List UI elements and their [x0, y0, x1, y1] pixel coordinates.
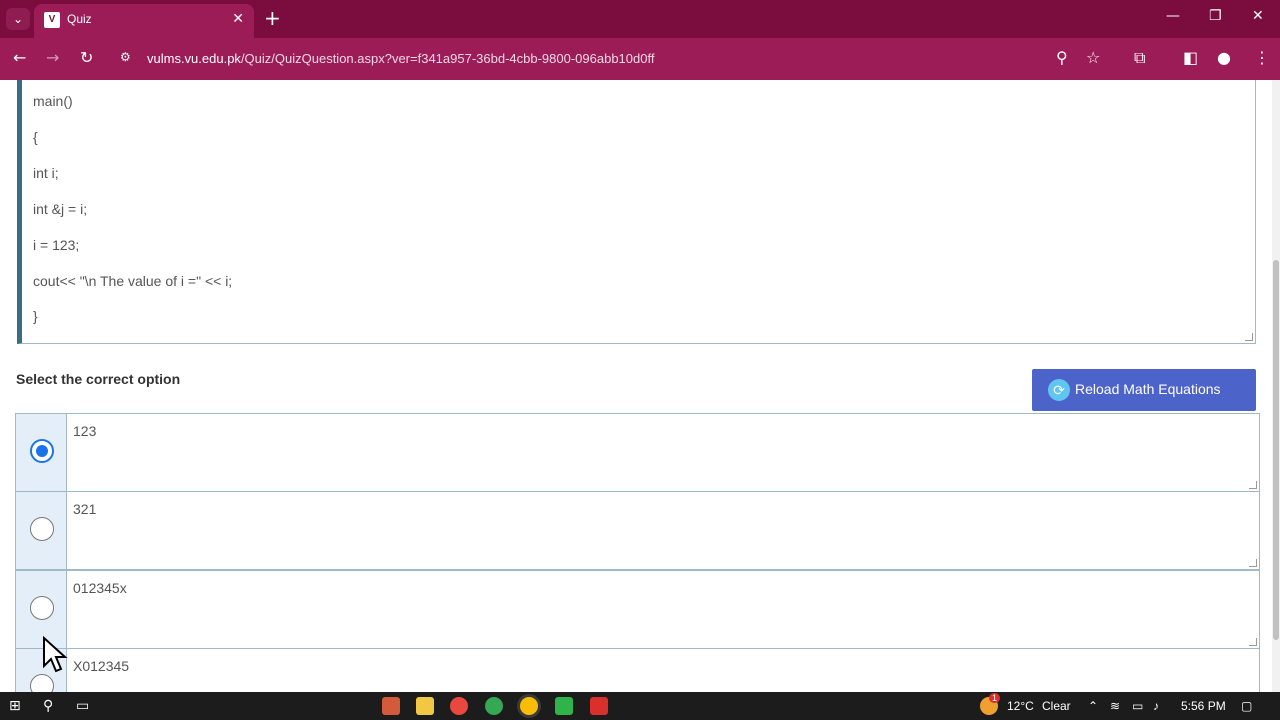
volume-icon[interactable]: ♪: [1153, 699, 1159, 713]
battery-icon[interactable]: ▭: [1132, 699, 1143, 713]
zoom-magnifier-icon[interactable]: ⚲: [1056, 48, 1068, 67]
option-text[interactable]: 012345x: [73, 580, 127, 596]
notification-badge: 1: [989, 693, 1001, 703]
restore-icon[interactable]: ❐: [1209, 8, 1222, 24]
code-line: main(): [33, 93, 73, 109]
extensions-puzzle-icon[interactable]: ⧉: [1134, 48, 1145, 68]
mouse-cursor-icon: [43, 636, 68, 673]
bookmark-star-icon[interactable]: ☆: [1086, 48, 1100, 67]
quiz-page: main() { int i; int &j = i; i = 123; cou…: [0, 80, 1280, 692]
search-icon[interactable]: ⚲: [43, 698, 53, 714]
forward-arrow-icon[interactable]: →: [46, 48, 59, 67]
page-scrollbar[interactable]: [1272, 80, 1280, 692]
recorder-app-icon[interactable]: [590, 697, 608, 715]
option-text[interactable]: X012345: [73, 658, 129, 674]
option-radio-cell: [16, 414, 67, 491]
wifi-icon[interactable]: ≋: [1110, 699, 1120, 713]
option-row: 123: [15, 413, 1260, 492]
file-explorer-icon[interactable]: [416, 697, 434, 715]
option-radio[interactable]: [30, 674, 54, 692]
option-radio[interactable]: [30, 439, 54, 463]
code-line: i = 123;: [33, 237, 80, 253]
question-code-textarea[interactable]: main() { int i; int &j = i; i = 123; cou…: [17, 80, 1256, 344]
tab-quiz[interactable]: V Quiz ✕: [34, 4, 254, 38]
option-text[interactable]: 321: [73, 501, 96, 517]
profile-icon[interactable]: ●: [1217, 48, 1231, 67]
reload-button-label: Reload Math Equations: [1075, 381, 1221, 397]
tab-favicon: V: [44, 12, 60, 28]
resize-grip[interactable]: [1245, 333, 1253, 341]
resize-grip[interactable]: [1249, 638, 1257, 646]
option-row: 321: [15, 491, 1260, 570]
chrome-active-icon[interactable]: [520, 697, 538, 715]
windows-start-icon[interactable]: ⊞: [9, 698, 21, 714]
weather-text[interactable]: Clear: [1042, 699, 1071, 713]
task-view-icon[interactable]: ▭: [76, 698, 89, 714]
select-option-label: Select the correct option: [16, 371, 181, 387]
windows-taskbar: ⊞ ⚲ ▭ 1 12°C Clear ⌃ ≋ ▭ ♪ 5:56 PM ▢: [0, 692, 1280, 720]
tab-title: Quiz: [67, 12, 92, 26]
clock-time[interactable]: 5:56 PM: [1181, 699, 1226, 713]
camtasia-icon[interactable]: [555, 697, 573, 715]
code-line: int &j = i;: [33, 201, 88, 217]
temperature-text[interactable]: 12°C: [1007, 699, 1034, 713]
option-row: X012345: [15, 648, 1260, 692]
option-text[interactable]: 123: [73, 423, 96, 439]
code-line: cout<< "\n The value of i =" << i;: [33, 273, 233, 289]
resize-grip[interactable]: [1249, 559, 1257, 567]
option-radio-cell: [16, 492, 67, 569]
tray-chevron-icon[interactable]: ⌃: [1088, 699, 1098, 713]
scrollbar-thumb[interactable]: [1273, 260, 1279, 640]
url-path: /Quiz/QuizQuestion.aspx?ver=f341a957-36b…: [240, 51, 655, 66]
code-line: {: [33, 129, 38, 145]
option-row: 012345x: [15, 570, 1260, 649]
minimize-icon[interactable]: —: [1166, 8, 1180, 24]
reload-page-icon[interactable]: ↻: [80, 48, 93, 67]
url-host: vulms.vu.edu.pk: [147, 51, 241, 66]
taskbar-app-icon[interactable]: [382, 697, 400, 715]
chrome-icon[interactable]: [450, 697, 468, 715]
refresh-icon: ⟳: [1048, 379, 1070, 401]
close-window-icon[interactable]: ✕: [1252, 8, 1264, 24]
browser-toolbar: ← → ↻ ⚙ vulms.vu.edu.pk/Quiz/QuizQuestio…: [0, 38, 1280, 80]
tab-search-chevron-icon[interactable]: ⌄: [6, 8, 30, 30]
address-bar[interactable]: vulms.vu.edu.pk/Quiz/QuizQuestion.aspx?v…: [147, 51, 654, 66]
option-radio[interactable]: [30, 517, 54, 541]
menu-kebab-icon[interactable]: ⋮: [1254, 48, 1270, 67]
tab-close-icon[interactable]: ✕: [232, 11, 244, 27]
reload-math-equations-button[interactable]: ⟳ Reload Math Equations: [1032, 369, 1256, 411]
notifications-icon[interactable]: ▢: [1241, 699, 1252, 713]
option-radio[interactable]: [30, 596, 54, 620]
new-tab-plus-icon[interactable]: +: [264, 7, 281, 29]
code-line: int i;: [33, 165, 59, 181]
site-info-icon[interactable]: ⚙: [120, 50, 131, 64]
code-line: }: [33, 308, 38, 324]
resize-grip[interactable]: [1249, 481, 1257, 489]
tab-strip: ⌄ V Quiz ✕ + — ❐ ✕: [0, 0, 1280, 38]
back-arrow-icon[interactable]: ←: [13, 48, 26, 67]
side-panel-icon[interactable]: ◧: [1183, 48, 1198, 67]
chrome-icon[interactable]: [485, 697, 503, 715]
